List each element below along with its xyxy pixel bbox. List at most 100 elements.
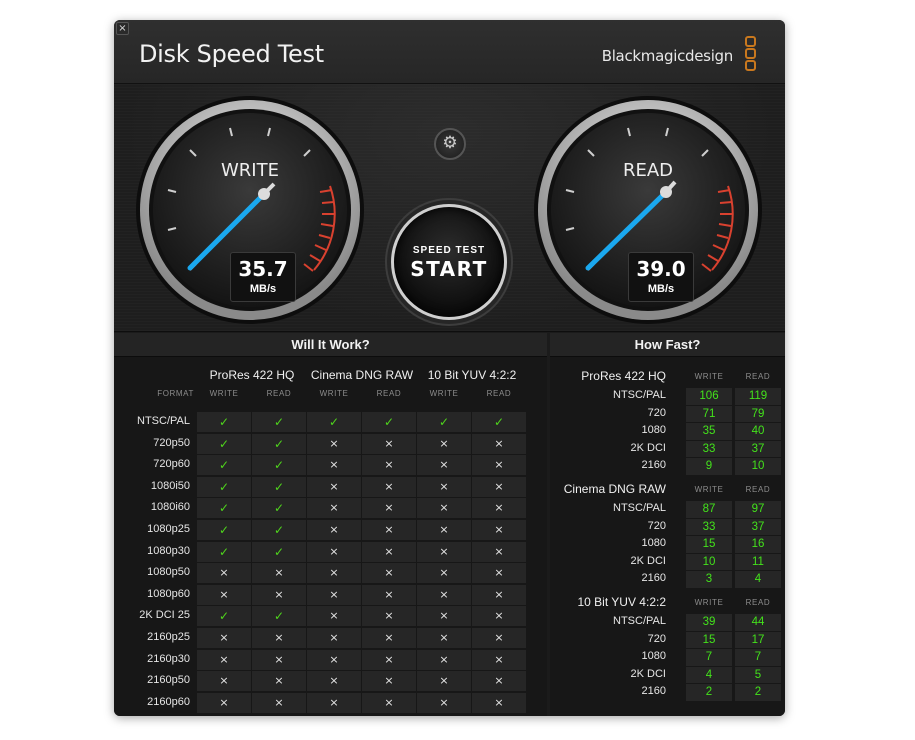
check-icon: ✓ bbox=[197, 498, 251, 519]
start-button[interactable]: SPEED TEST START bbox=[391, 204, 507, 320]
read-gauge: READ 39.0 MB/s bbox=[532, 94, 764, 326]
check-icon: ✓ bbox=[252, 520, 306, 540]
cross-icon: × bbox=[417, 563, 471, 584]
read-column-header: READ bbox=[486, 389, 512, 398]
read-speed-cell: 37 bbox=[735, 440, 781, 458]
read-speed-cell: 7 bbox=[735, 649, 781, 666]
read-gauge-label: READ bbox=[622, 160, 674, 181]
format-row-label: 1080p25 bbox=[147, 523, 190, 535]
title-bar: × Disk Speed Test Blackmagicdesign bbox=[114, 20, 785, 84]
write-speed-cell: 35 bbox=[686, 423, 732, 440]
cross-icon: × bbox=[472, 563, 526, 584]
how-fast-row-label: 2K DCI bbox=[630, 667, 666, 680]
write-column-header: WRITE bbox=[694, 598, 724, 607]
cross-icon: × bbox=[362, 692, 416, 713]
cross-icon: × bbox=[307, 671, 361, 692]
cross-icon: × bbox=[362, 628, 416, 648]
cross-icon: × bbox=[417, 584, 471, 605]
cross-icon: × bbox=[362, 476, 416, 497]
cross-icon: × bbox=[362, 649, 416, 670]
format-row-label: 2160p30 bbox=[147, 652, 190, 665]
cross-icon: × bbox=[307, 563, 361, 584]
read-speed-unit: MB/s bbox=[647, 283, 675, 295]
cross-icon: × bbox=[417, 692, 471, 713]
format-group-title: 10 Bit YUV 4:2:2 bbox=[427, 368, 517, 382]
how-fast-row-label: 2160 bbox=[641, 572, 666, 585]
format-row-label: NTSC/PAL bbox=[137, 415, 190, 427]
write-speed-value: 35.7 bbox=[238, 257, 288, 281]
cross-icon: × bbox=[417, 606, 471, 627]
write-speed-cell: 71 bbox=[686, 405, 732, 423]
format-row-label: 1080p30 bbox=[147, 544, 190, 557]
cross-icon: × bbox=[472, 476, 526, 497]
cross-icon: × bbox=[307, 628, 361, 648]
cross-icon: × bbox=[472, 520, 526, 540]
cross-icon: × bbox=[307, 476, 361, 497]
cross-icon: × bbox=[307, 692, 361, 713]
write-speed-cell: 87 bbox=[686, 501, 732, 518]
read-speed-cell: 5 bbox=[735, 666, 781, 684]
gauge-area: WRITE 35.7 MB/s ⚙ SPEED TEST START READ … bbox=[114, 84, 785, 332]
check-icon: ✓ bbox=[252, 606, 306, 627]
format-row-label: 1080i60 bbox=[150, 501, 190, 514]
cross-icon: × bbox=[472, 455, 526, 476]
cross-icon: × bbox=[307, 541, 361, 562]
cross-icon: × bbox=[417, 671, 471, 692]
cross-icon: × bbox=[252, 584, 306, 605]
cross-icon: × bbox=[472, 433, 526, 454]
cross-icon: × bbox=[362, 455, 416, 476]
cross-icon: × bbox=[197, 563, 251, 584]
read-column-header: READ bbox=[745, 598, 771, 607]
cross-icon: × bbox=[197, 692, 251, 713]
read-speed-value: 39.0 bbox=[636, 257, 686, 281]
write-column-header: WRITE bbox=[209, 389, 239, 398]
how-fast-row-label: NTSC/PAL bbox=[613, 389, 666, 401]
write-speed-cell: 10 bbox=[686, 553, 732, 571]
write-speed-unit: MB/s bbox=[249, 283, 277, 295]
cross-icon: × bbox=[307, 649, 361, 670]
settings-button[interactable]: ⚙ bbox=[434, 128, 466, 160]
cross-icon: × bbox=[307, 606, 361, 627]
cross-icon: × bbox=[417, 628, 471, 648]
disk-speed-test-window: × Disk Speed Test Blackmagicdesign WRITE… bbox=[114, 20, 785, 716]
write-speed-cell: 2 bbox=[686, 684, 732, 701]
format-group-title: ProRes 422 HQ bbox=[209, 368, 295, 382]
format-column-header: FORMAT bbox=[157, 389, 194, 398]
read-speed-cell: 10 bbox=[735, 458, 781, 475]
check-icon: ✓ bbox=[197, 476, 251, 497]
check-icon: ✓ bbox=[197, 541, 251, 562]
cross-icon: × bbox=[307, 520, 361, 540]
cross-icon: × bbox=[197, 649, 251, 670]
check-icon: ✓ bbox=[252, 412, 306, 432]
write-speed-cell: 106 bbox=[686, 388, 732, 405]
read-speed-cell: 16 bbox=[735, 536, 781, 553]
format-row-label: 720p60 bbox=[153, 458, 190, 471]
cross-icon: × bbox=[417, 541, 471, 562]
format-row-label: 1080p60 bbox=[147, 587, 190, 600]
check-icon: ✓ bbox=[252, 498, 306, 519]
write-speed-cell: 39 bbox=[686, 614, 732, 631]
start-button-label: START bbox=[410, 257, 488, 281]
write-column-header: WRITE bbox=[694, 372, 724, 381]
read-speed-cell: 11 bbox=[735, 553, 781, 571]
write-readout: 35.7 MB/s bbox=[230, 252, 296, 302]
check-icon: ✓ bbox=[472, 412, 526, 432]
close-button[interactable]: × bbox=[116, 22, 129, 35]
cross-icon: × bbox=[252, 692, 306, 713]
format-row-label: 720p50 bbox=[153, 436, 190, 449]
cross-icon: × bbox=[472, 671, 526, 692]
how-fast-group-title: Cinema DNG RAW bbox=[563, 482, 666, 496]
cross-icon: × bbox=[472, 606, 526, 627]
how-fast-row-label: 720 bbox=[647, 406, 666, 419]
cross-icon: × bbox=[362, 498, 416, 519]
cross-icon: × bbox=[252, 649, 306, 670]
format-row-label: 2160p60 bbox=[147, 695, 190, 708]
check-icon: ✓ bbox=[252, 433, 306, 454]
read-speed-cell: 44 bbox=[735, 614, 781, 631]
cross-icon: × bbox=[252, 563, 306, 584]
start-button-subtitle: SPEED TEST bbox=[412, 245, 486, 256]
cross-icon: × bbox=[197, 584, 251, 605]
check-icon: ✓ bbox=[362, 412, 416, 432]
cross-icon: × bbox=[252, 628, 306, 648]
cross-icon: × bbox=[417, 476, 471, 497]
